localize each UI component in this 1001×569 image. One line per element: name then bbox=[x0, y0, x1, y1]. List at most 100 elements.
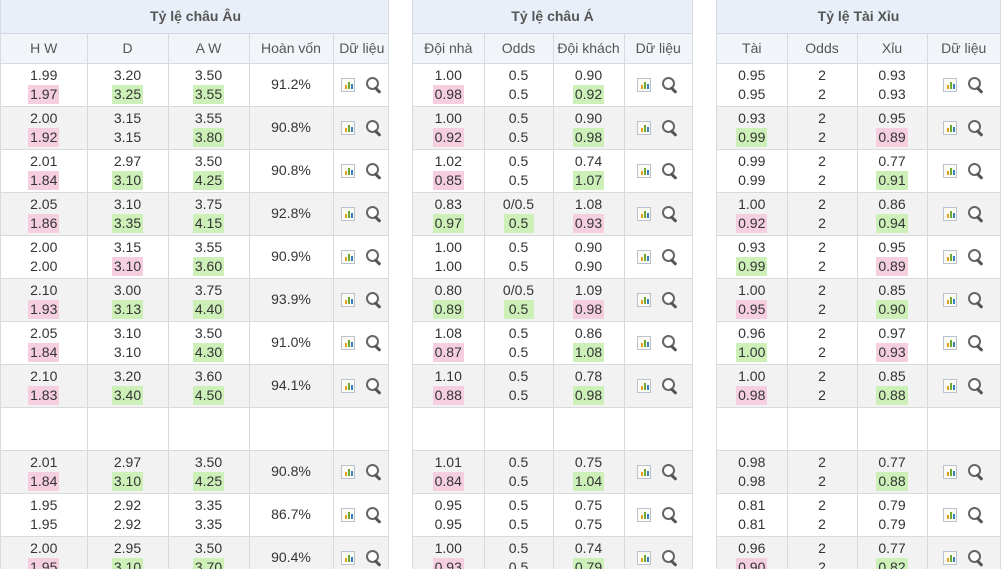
chart-icon[interactable] bbox=[340, 335, 355, 350]
chart-icon[interactable] bbox=[340, 249, 355, 264]
opening-odds: 0.99 bbox=[738, 152, 766, 169]
chart-icon[interactable] bbox=[340, 292, 355, 307]
magnifier-icon[interactable] bbox=[661, 506, 679, 524]
chart-icon[interactable] bbox=[942, 120, 957, 135]
empty-cell bbox=[333, 407, 388, 451]
opening-odds: 2 bbox=[818, 539, 826, 556]
magnifier-icon[interactable] bbox=[365, 119, 383, 137]
magnifier-icon[interactable] bbox=[967, 291, 985, 309]
odds-cell: 1.08 0.87 bbox=[413, 321, 485, 365]
odds-cell: 0.93 0.93 bbox=[857, 63, 928, 107]
data-icons bbox=[928, 549, 1001, 567]
magnifier-icon[interactable] bbox=[661, 205, 679, 223]
opening-odds: 2 bbox=[818, 152, 826, 169]
chart-icon[interactable] bbox=[340, 550, 355, 565]
magnifier-icon[interactable] bbox=[365, 506, 383, 524]
chart-icon[interactable] bbox=[942, 163, 957, 178]
magnifier-icon[interactable] bbox=[967, 162, 985, 180]
table-row: 0.95 0.95 0.5 0.5 0.75 0.75 bbox=[413, 493, 692, 537]
magnifier-icon[interactable] bbox=[661, 549, 679, 567]
table-row: 0.93 0.99 2 2 0.95 0.89 bbox=[717, 235, 1000, 279]
chart-icon[interactable] bbox=[340, 163, 355, 178]
magnifier-icon[interactable] bbox=[365, 248, 383, 266]
magnifier-icon[interactable] bbox=[661, 76, 679, 94]
chart-icon[interactable] bbox=[637, 335, 652, 350]
magnifier-icon[interactable] bbox=[661, 248, 679, 266]
current-odds: 0.79 bbox=[572, 557, 605, 569]
table-row: 2.00 1.95 2.95 3.10 3.50 3.70 90.4% bbox=[1, 536, 388, 569]
magnifier-icon[interactable] bbox=[365, 205, 383, 223]
chart-icon[interactable] bbox=[942, 464, 957, 479]
magnifier-icon[interactable] bbox=[365, 162, 383, 180]
data-icons bbox=[928, 463, 1001, 481]
magnifier-icon[interactable] bbox=[967, 377, 985, 395]
chart-icon[interactable] bbox=[340, 120, 355, 135]
magnifier-icon[interactable] bbox=[967, 76, 985, 94]
current-odds: 0.93 bbox=[878, 85, 906, 102]
magnifier-icon[interactable] bbox=[365, 291, 383, 309]
magnifier-icon[interactable] bbox=[661, 334, 679, 352]
chart-icon[interactable] bbox=[637, 292, 652, 307]
opening-odds: 1.00 bbox=[434, 66, 462, 83]
magnifier-icon[interactable] bbox=[967, 549, 985, 567]
chart-icon[interactable] bbox=[637, 378, 652, 393]
magnifier-icon[interactable] bbox=[365, 549, 383, 567]
magnifier-icon[interactable] bbox=[967, 463, 985, 481]
chart-icon[interactable] bbox=[942, 292, 957, 307]
chart-icon[interactable] bbox=[942, 77, 957, 92]
magnifier-icon[interactable] bbox=[365, 76, 383, 94]
magnifier-icon[interactable] bbox=[365, 334, 383, 352]
chart-icon[interactable] bbox=[942, 550, 957, 565]
chart-icon[interactable] bbox=[942, 507, 957, 522]
chart-icon[interactable] bbox=[637, 507, 652, 522]
opening-odds: 3.55 bbox=[194, 109, 223, 126]
chart-icon[interactable] bbox=[942, 206, 957, 221]
magnifier-icon[interactable] bbox=[661, 291, 679, 309]
chart-icon[interactable] bbox=[942, 249, 957, 264]
magnifier-icon[interactable] bbox=[967, 506, 985, 524]
magnifier-icon[interactable] bbox=[661, 377, 679, 395]
current-odds: 3.10 bbox=[111, 471, 144, 491]
data-icons bbox=[625, 377, 693, 395]
empty-cell bbox=[857, 407, 928, 451]
magnifier-icon[interactable] bbox=[967, 334, 985, 352]
magnifier-icon[interactable] bbox=[967, 119, 985, 137]
magnifier-icon[interactable] bbox=[967, 248, 985, 266]
current-odds: 0.99 bbox=[738, 171, 766, 188]
current-odds: 0.5 bbox=[508, 85, 529, 102]
chart-icon[interactable] bbox=[637, 249, 652, 264]
chart-icon[interactable] bbox=[340, 464, 355, 479]
magnifier-icon[interactable] bbox=[661, 162, 679, 180]
column-header: Xỉu bbox=[857, 33, 928, 64]
chart-icon[interactable] bbox=[637, 464, 652, 479]
magnifier-icon[interactable] bbox=[365, 463, 383, 481]
magnifier-icon[interactable] bbox=[661, 463, 679, 481]
current-odds: 0.93 bbox=[572, 213, 605, 233]
chart-icon[interactable] bbox=[637, 120, 652, 135]
chart-icon[interactable] bbox=[340, 77, 355, 92]
chart-icon[interactable] bbox=[340, 507, 355, 522]
return-rate-cell: 90.8% bbox=[249, 149, 334, 193]
odds-cell: 2.00 2.00 bbox=[1, 235, 88, 279]
chart-icon[interactable] bbox=[637, 550, 652, 565]
opening-odds: 0.90 bbox=[574, 238, 603, 255]
chart-icon[interactable] bbox=[637, 163, 652, 178]
current-odds: 0.93 bbox=[876, 342, 908, 362]
chart-icon[interactable] bbox=[637, 206, 652, 221]
chart-icon[interactable] bbox=[340, 206, 355, 221]
magnifier-icon[interactable] bbox=[661, 119, 679, 137]
current-odds: 1.97 bbox=[28, 84, 60, 104]
current-odds: 0.98 bbox=[736, 385, 768, 405]
opening-odds: 0.95 bbox=[878, 109, 906, 126]
chart-icon[interactable] bbox=[942, 378, 957, 393]
current-odds: 2 bbox=[818, 472, 826, 489]
odds-cell: 2.00 1.92 bbox=[1, 106, 88, 150]
chart-icon[interactable] bbox=[942, 335, 957, 350]
current-odds: 3.70 bbox=[192, 557, 225, 569]
chart-icon[interactable] bbox=[340, 378, 355, 393]
opening-odds: 2.00 bbox=[30, 109, 58, 126]
magnifier-icon[interactable] bbox=[365, 377, 383, 395]
chart-icon[interactable] bbox=[637, 77, 652, 92]
magnifier-icon[interactable] bbox=[967, 205, 985, 223]
current-odds: 3.35 bbox=[194, 515, 223, 532]
